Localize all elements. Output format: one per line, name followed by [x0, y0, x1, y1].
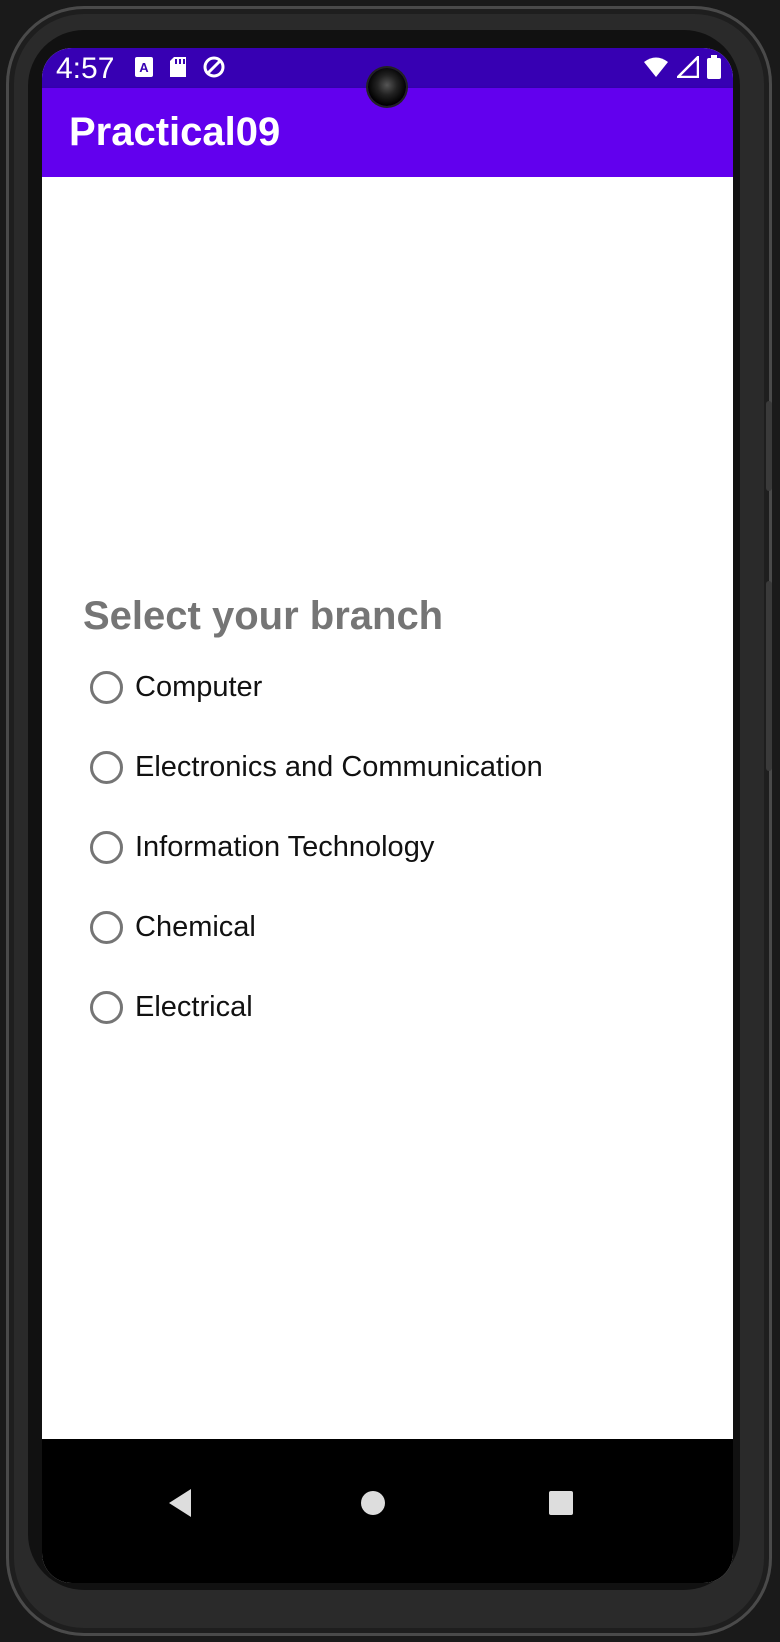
wifi-icon	[643, 56, 669, 83]
sd-card-icon	[168, 56, 188, 83]
battery-icon	[707, 55, 721, 84]
power-button	[766, 581, 772, 771]
radio-option-information-technology[interactable]: Information Technology	[90, 807, 543, 887]
sync-disabled-icon	[202, 55, 226, 84]
a-notification-icon: A	[134, 56, 154, 83]
radio-option-electronics[interactable]: Electronics and Communication	[90, 727, 543, 807]
radio-label: Electronics and Communication	[135, 751, 543, 783]
home-icon	[359, 1489, 387, 1522]
radio-button-icon[interactable]	[90, 910, 123, 944]
notification-icons: A	[134, 55, 226, 84]
radio-label: Chemical	[135, 911, 256, 943]
volume-button	[766, 401, 772, 491]
front-camera	[368, 68, 406, 106]
branch-heading: Select your branch	[83, 594, 444, 638]
radio-button-icon[interactable]	[90, 990, 123, 1024]
radio-button-icon[interactable]	[90, 670, 123, 704]
radio-button-icon[interactable]	[90, 750, 123, 784]
cell-signal-icon	[674, 53, 700, 83]
status-time: 4:57	[56, 52, 115, 85]
recents-icon	[548, 1490, 574, 1521]
radio-label: Computer	[135, 671, 263, 703]
radio-label: Information Technology	[135, 831, 435, 863]
home-button[interactable]	[343, 1475, 403, 1535]
system-icons	[643, 53, 721, 84]
radio-option-computer[interactable]: Computer	[90, 647, 543, 727]
app-title: Practical09	[69, 110, 281, 154]
device-screen: 4:57 A Practical09 Select your branch Co…	[42, 48, 733, 1583]
radio-option-electrical[interactable]: Electrical	[90, 967, 543, 1047]
radio-option-chemical[interactable]: Chemical	[90, 887, 543, 967]
main-content: Select your branch Computer Electronics …	[42, 177, 733, 1439]
recents-button[interactable]	[531, 1475, 591, 1535]
back-button[interactable]	[150, 1475, 210, 1535]
radio-label: Electrical	[135, 991, 253, 1023]
svg-text:A: A	[139, 60, 149, 75]
back-icon	[165, 1487, 195, 1524]
branch-radio-group: Computer Electronics and Communication I…	[90, 647, 543, 1047]
navigation-bar	[42, 1439, 733, 1583]
radio-button-icon[interactable]	[90, 830, 123, 864]
